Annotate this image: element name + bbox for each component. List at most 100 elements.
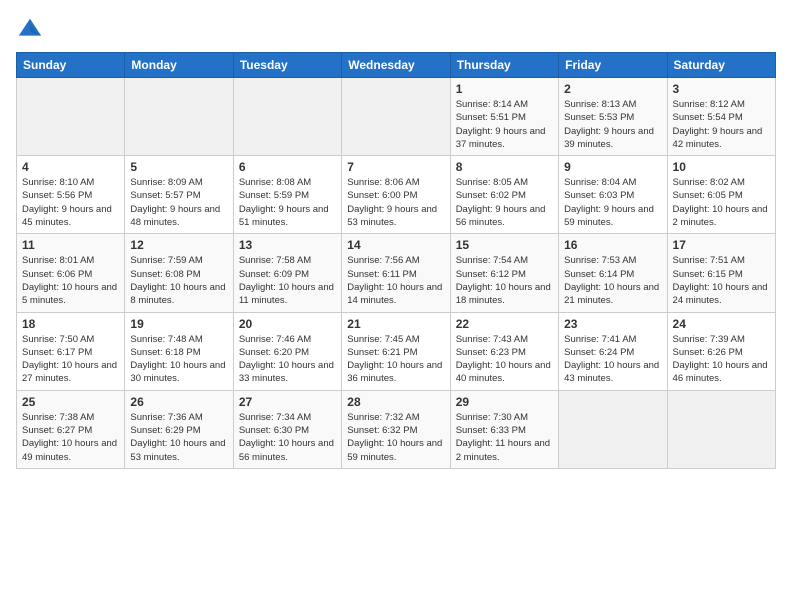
day-header-thursday: Thursday bbox=[450, 53, 558, 78]
day-number: 23 bbox=[564, 317, 661, 331]
day-info: Sunrise: 7:34 AMSunset: 6:30 PMDaylight:… bbox=[239, 411, 336, 464]
calendar-cell: 13Sunrise: 7:58 AMSunset: 6:09 PMDayligh… bbox=[233, 234, 341, 312]
calendar-week-4: 18 Sunrise: 7:50 AMSunset: 6:17 PMDayligh… bbox=[17, 312, 776, 390]
calendar-week-5: 25 Sunrise: 7:38 AMSunset: 6:27 PMDayligh… bbox=[17, 390, 776, 468]
calendar-cell: 29 Sunrise: 7:30 AMSunset: 6:33 PMDayligh… bbox=[450, 390, 558, 468]
day-number: 12 bbox=[130, 238, 227, 252]
calendar-cell: 17 Sunrise: 7:51 AMSunset: 6:15 PMDayligh… bbox=[667, 234, 775, 312]
day-number: 17 bbox=[673, 238, 770, 252]
calendar-cell: 24Sunrise: 7:39 AMSunset: 6:26 PMDayligh… bbox=[667, 312, 775, 390]
day-info: Sunrise: 7:46 AMSunset: 6:20 PMDaylight:… bbox=[239, 333, 336, 386]
logo-icon bbox=[16, 16, 44, 44]
day-number: 25 bbox=[22, 395, 119, 409]
calendar-week-2: 4Sunrise: 8:10 AMSunset: 5:56 PMDaylight… bbox=[17, 156, 776, 234]
calendar-week-1: 1 Sunrise: 8:14 AMSunset: 5:51 PMDaylight… bbox=[17, 78, 776, 156]
day-info: Sunrise: 8:05 AMSunset: 6:02 PMDaylight:… bbox=[456, 176, 553, 229]
day-info: Sunrise: 7:30 AMSunset: 6:33 PMDaylight:… bbox=[456, 411, 553, 464]
calendar-cell: 11 Sunrise: 8:01 AMSunset: 6:06 PMDayligh… bbox=[17, 234, 125, 312]
day-header-monday: Monday bbox=[125, 53, 233, 78]
calendar-cell: 1 Sunrise: 8:14 AMSunset: 5:51 PMDaylight… bbox=[450, 78, 558, 156]
day-number: 27 bbox=[239, 395, 336, 409]
day-number: 1 bbox=[456, 82, 553, 96]
day-info: Sunrise: 8:13 AMSunset: 5:53 PMDaylight:… bbox=[564, 98, 661, 151]
day-info: Sunrise: 8:04 AMSunset: 6:03 PMDaylight:… bbox=[564, 176, 661, 229]
day-header-saturday: Saturday bbox=[667, 53, 775, 78]
day-info: Sunrise: 8:14 AMSunset: 5:51 PMDaylight:… bbox=[456, 98, 553, 151]
day-header-tuesday: Tuesday bbox=[233, 53, 341, 78]
calendar-cell: 22Sunrise: 7:43 AMSunset: 6:23 PMDayligh… bbox=[450, 312, 558, 390]
day-info: Sunrise: 7:50 AMSunset: 6:17 PMDaylight:… bbox=[22, 333, 119, 386]
calendar-cell bbox=[667, 390, 775, 468]
calendar-cell: 28 Sunrise: 7:32 AMSunset: 6:32 PMDayligh… bbox=[342, 390, 450, 468]
day-number: 15 bbox=[456, 238, 553, 252]
calendar-header-row: SundayMondayTuesdayWednesdayThursdayFrid… bbox=[17, 53, 776, 78]
day-info: Sunrise: 7:41 AMSunset: 6:24 PMDaylight:… bbox=[564, 333, 661, 386]
page-header bbox=[16, 16, 776, 44]
day-info: Sunrise: 7:51 AMSunset: 6:15 PMDaylight:… bbox=[673, 254, 770, 307]
calendar-cell: 27 Sunrise: 7:34 AMSunset: 6:30 PMDayligh… bbox=[233, 390, 341, 468]
day-number: 8 bbox=[456, 160, 553, 174]
day-number: 18 bbox=[22, 317, 119, 331]
day-number: 29 bbox=[456, 395, 553, 409]
logo bbox=[16, 16, 48, 44]
day-number: 6 bbox=[239, 160, 336, 174]
calendar-cell: 10 Sunrise: 8:02 AMSunset: 6:05 PMDayligh… bbox=[667, 156, 775, 234]
day-info: Sunrise: 7:43 AMSunset: 6:23 PMDaylight:… bbox=[456, 333, 553, 386]
calendar-cell: 18 Sunrise: 7:50 AMSunset: 6:17 PMDayligh… bbox=[17, 312, 125, 390]
day-info: Sunrise: 8:10 AMSunset: 5:56 PMDaylight:… bbox=[22, 176, 119, 229]
calendar-cell: 9Sunrise: 8:04 AMSunset: 6:03 PMDaylight… bbox=[559, 156, 667, 234]
day-number: 10 bbox=[673, 160, 770, 174]
calendar-cell: 5 Sunrise: 8:09 AMSunset: 5:57 PMDaylight… bbox=[125, 156, 233, 234]
calendar-cell: 23 Sunrise: 7:41 AMSunset: 6:24 PMDayligh… bbox=[559, 312, 667, 390]
day-info: Sunrise: 7:59 AMSunset: 6:08 PMDaylight:… bbox=[130, 254, 227, 307]
day-number: 20 bbox=[239, 317, 336, 331]
day-info: Sunrise: 7:45 AMSunset: 6:21 PMDaylight:… bbox=[347, 333, 444, 386]
calendar-cell: 6 Sunrise: 8:08 AMSunset: 5:59 PMDaylight… bbox=[233, 156, 341, 234]
day-info: Sunrise: 7:54 AMSunset: 6:12 PMDaylight:… bbox=[456, 254, 553, 307]
calendar-cell: 19Sunrise: 7:48 AMSunset: 6:18 PMDayligh… bbox=[125, 312, 233, 390]
calendar-table: SundayMondayTuesdayWednesdayThursdayFrid… bbox=[16, 52, 776, 469]
day-info: Sunrise: 8:02 AMSunset: 6:05 PMDaylight:… bbox=[673, 176, 770, 229]
day-number: 5 bbox=[130, 160, 227, 174]
calendar-cell: 15 Sunrise: 7:54 AMSunset: 6:12 PMDayligh… bbox=[450, 234, 558, 312]
day-info: Sunrise: 8:09 AMSunset: 5:57 PMDaylight:… bbox=[130, 176, 227, 229]
day-info: Sunrise: 7:53 AMSunset: 6:14 PMDaylight:… bbox=[564, 254, 661, 307]
calendar-cell: 12 Sunrise: 7:59 AMSunset: 6:08 PMDayligh… bbox=[125, 234, 233, 312]
day-number: 2 bbox=[564, 82, 661, 96]
day-info: Sunrise: 8:08 AMSunset: 5:59 PMDaylight:… bbox=[239, 176, 336, 229]
calendar-cell bbox=[125, 78, 233, 156]
day-header-sunday: Sunday bbox=[17, 53, 125, 78]
day-number: 13 bbox=[239, 238, 336, 252]
calendar-cell: 16 Sunrise: 7:53 AMSunset: 6:14 PMDayligh… bbox=[559, 234, 667, 312]
calendar-week-3: 11 Sunrise: 8:01 AMSunset: 6:06 PMDayligh… bbox=[17, 234, 776, 312]
calendar-cell: 25 Sunrise: 7:38 AMSunset: 6:27 PMDayligh… bbox=[17, 390, 125, 468]
calendar-cell: 26Sunrise: 7:36 AMSunset: 6:29 PMDayligh… bbox=[125, 390, 233, 468]
calendar-cell: 8 Sunrise: 8:05 AMSunset: 6:02 PMDaylight… bbox=[450, 156, 558, 234]
day-header-friday: Friday bbox=[559, 53, 667, 78]
day-number: 3 bbox=[673, 82, 770, 96]
day-number: 14 bbox=[347, 238, 444, 252]
day-info: Sunrise: 8:01 AMSunset: 6:06 PMDaylight:… bbox=[22, 254, 119, 307]
day-number: 7 bbox=[347, 160, 444, 174]
calendar-cell bbox=[233, 78, 341, 156]
day-number: 28 bbox=[347, 395, 444, 409]
day-number: 21 bbox=[347, 317, 444, 331]
calendar-cell: 7 Sunrise: 8:06 AMSunset: 6:00 PMDaylight… bbox=[342, 156, 450, 234]
day-info: Sunrise: 7:56 AMSunset: 6:11 PMDaylight:… bbox=[347, 254, 444, 307]
calendar-cell: 4Sunrise: 8:10 AMSunset: 5:56 PMDaylight… bbox=[17, 156, 125, 234]
calendar-cell bbox=[342, 78, 450, 156]
calendar-cell bbox=[17, 78, 125, 156]
calendar-cell: 20 Sunrise: 7:46 AMSunset: 6:20 PMDayligh… bbox=[233, 312, 341, 390]
calendar-cell bbox=[559, 390, 667, 468]
day-info: Sunrise: 7:36 AMSunset: 6:29 PMDaylight:… bbox=[130, 411, 227, 464]
day-number: 19 bbox=[130, 317, 227, 331]
day-info: Sunrise: 8:06 AMSunset: 6:00 PMDaylight:… bbox=[347, 176, 444, 229]
day-info: Sunrise: 7:32 AMSunset: 6:32 PMDaylight:… bbox=[347, 411, 444, 464]
day-info: Sunrise: 7:38 AMSunset: 6:27 PMDaylight:… bbox=[22, 411, 119, 464]
day-number: 16 bbox=[564, 238, 661, 252]
day-number: 11 bbox=[22, 238, 119, 252]
day-header-wednesday: Wednesday bbox=[342, 53, 450, 78]
calendar-cell: 2 Sunrise: 8:13 AMSunset: 5:53 PMDaylight… bbox=[559, 78, 667, 156]
calendar-cell: 14 Sunrise: 7:56 AMSunset: 6:11 PMDayligh… bbox=[342, 234, 450, 312]
calendar-cell: 21 Sunrise: 7:45 AMSunset: 6:21 PMDayligh… bbox=[342, 312, 450, 390]
